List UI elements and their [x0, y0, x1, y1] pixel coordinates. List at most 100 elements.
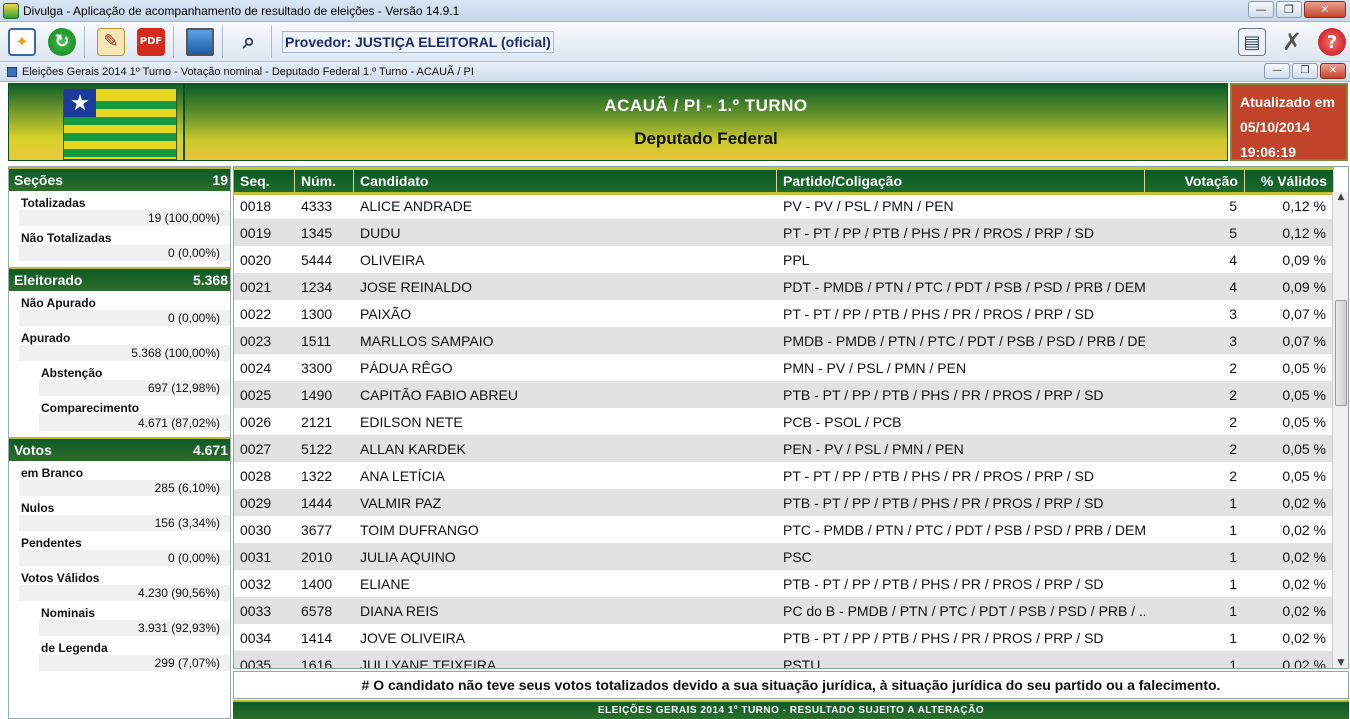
toolbar-right-group: ▤ ✗ ? [1230, 24, 1350, 60]
cell-validos: 0,09 % [1282, 278, 1326, 295]
cell-validos: 0,09 % [1282, 251, 1326, 268]
cell-seq: 0026 [240, 413, 272, 430]
toolbar-separator [271, 25, 272, 58]
update-info-panel: Atualizado em 05/10/2014 19:06:19 [1230, 83, 1348, 161]
vertical-scrollbar[interactable]: ▲ ▼ [1332, 192, 1348, 668]
cell-votacao: 4 [1229, 278, 1237, 295]
table-row[interactable]: 0020 5444 OLIVEIRA PPL 4 0,09 % [234, 246, 1334, 273]
cell-candidato: CAPITÃO FABIO ABREU [360, 386, 518, 403]
help-button[interactable]: ? [1314, 24, 1350, 60]
column-header-validos[interactable]: % Válidos [1245, 170, 1334, 192]
table-row[interactable]: 0033 6578 DIANA REIS PC do B - PMDB / PTN /… [234, 597, 1334, 624]
table-row[interactable]: 0026 2121 EDILSON NETE PCB - PSOL / PCB 2 0,0… [234, 408, 1334, 435]
cell-seq: 0019 [240, 224, 272, 241]
table-row[interactable]: 0032 1400 ELIANE PTB - PT / PP / PTB / PHS … [234, 570, 1334, 597]
cell-validos: 0,02 % [1282, 494, 1326, 511]
table-row[interactable]: 0030 3677 TOIM DUFRANGO PTC - PMDB / PTN / … [234, 516, 1334, 543]
column-header-partido[interactable]: Partido/Coligação [777, 170, 1145, 192]
updated-date: 05/10/2014 [1240, 119, 1311, 135]
table-row[interactable]: 0031 2010 JULIA AQUINO PSC 1 0,02 % [234, 543, 1334, 570]
cell-votacao: 1 [1229, 575, 1237, 592]
cell-votacao: 1 [1229, 656, 1237, 669]
cell-candidato: TOIM DUFRANGO [360, 521, 479, 538]
cell-seq: 0028 [240, 467, 272, 484]
cell-partido: PV - PV / PSL / PMN / PEN [783, 197, 954, 214]
cell-num: 2121 [301, 413, 333, 430]
child-close-icon[interactable]: ✕ [1320, 63, 1346, 79]
cell-num: 1511 [301, 332, 332, 349]
legal-note: # O candidato não teve seus votos totali… [233, 671, 1349, 699]
cell-seq: 0023 [240, 332, 272, 349]
cell-candidato: PÁDUA RÊGO [360, 359, 453, 376]
table-row[interactable]: 0028 1322 ANA LETÍCIA PT - PT / PP / PTB / … [234, 462, 1334, 489]
cell-candidato: JULIA AQUINO [360, 548, 456, 565]
cell-votacao: 4 [1229, 251, 1237, 268]
scroll-down-icon[interactable]: ▼ [1333, 658, 1348, 668]
cell-candidato: ALLAN KARDEK [360, 440, 466, 457]
table-row[interactable]: 0024 3300 PÁDUA RÊGO PMN - PV / PSL / PMN /… [234, 354, 1334, 381]
comparecimento-value: 4.671 (87,02%) [39, 415, 230, 431]
cards-button[interactable]: ▤ [1234, 24, 1270, 60]
notes-icon: ✎ [97, 27, 125, 56]
location-title: ACAUÃ / PI - 1.º TURNO [604, 96, 808, 115]
votos-total: 4.671 [192, 442, 228, 458]
scroll-up-icon[interactable]: ▲ [1333, 192, 1348, 202]
table-row[interactable]: 0025 1490 CAPITÃO FABIO ABREU PTB - PT / PP… [234, 381, 1334, 408]
monitor-button[interactable] [182, 24, 218, 60]
minimize-icon[interactable]: — [1248, 1, 1274, 18]
column-header-candidato[interactable]: Candidato [354, 170, 777, 192]
scrollbar-thumb[interactable] [1335, 300, 1347, 406]
cell-candidato: DUDU [360, 224, 401, 241]
new-window-button[interactable]: ✦ [4, 24, 40, 60]
nominais-label: Nominais [41, 606, 96, 620]
column-header-votacao[interactable]: Votação [1145, 170, 1245, 192]
cell-num: 6578 [301, 602, 333, 619]
cell-candidato: PAIXÃO [360, 305, 412, 322]
toolbar-separator [173, 25, 174, 58]
table-row[interactable]: 0022 1300 PAIXÃO PT - PT / PP / PTB / PHS /… [234, 300, 1334, 327]
apurado-label: Apurado [21, 331, 71, 345]
table-row[interactable]: 0023 1511 MARLLOS SAMPAIO PMDB - PMDB / PTN… [234, 327, 1334, 354]
refresh-button[interactable]: ↻ [44, 24, 80, 60]
cell-votacao: 2 [1229, 413, 1237, 430]
table-row[interactable]: 0027 5122 ALLAN KARDEK PEN - PV / PSL / PMN… [234, 435, 1334, 462]
cell-seq: 0022 [240, 305, 272, 322]
secoes-header: Seções 19 [9, 167, 230, 191]
secoes-title: Seções [14, 172, 64, 188]
restore-icon[interactable]: ❐ [1276, 1, 1302, 18]
child-minimize-icon[interactable]: — [1264, 63, 1290, 79]
table-row[interactable]: 0021 1234 JOSE REINALDO PDT - PMDB / PTN / … [234, 273, 1334, 300]
cell-candidato: DIANA REIS [360, 602, 439, 619]
validos-label: Votos Válidos [21, 571, 100, 585]
child-restore-icon[interactable]: ❐ [1292, 63, 1318, 79]
search-button[interactable]: ⌕ [231, 24, 267, 60]
column-header-seq[interactable]: Seq. [234, 170, 295, 192]
notes-button[interactable]: ✎ [93, 24, 129, 60]
table-row[interactable]: 0034 1414 JOVE OLIVEIRA PTB - PT / PP / PTB… [234, 624, 1334, 651]
child-window-title-bar: Eleições Gerais 2014 1º Turno - Votação … [0, 62, 1350, 82]
close-icon[interactable]: ✕ [1304, 1, 1346, 18]
table-row[interactable]: 0019 1345 DUDU PT - PT / PP / PTB / PHS / P… [234, 219, 1334, 246]
cell-partido: PSTU [783, 656, 821, 669]
pdf-button[interactable]: PDF [133, 24, 169, 60]
child-window-controls: — ❐ ✕ [1264, 63, 1346, 79]
table-row[interactable]: 0018 4333 ALICE ANDRADE PV - PV / PSL / PMN… [234, 192, 1334, 219]
table-row[interactable]: 0029 1444 VALMIR PAZ PTB - PT / PP / PTB / … [234, 489, 1334, 516]
table-row[interactable]: 0035 1616 JULLYANE TEIXEIRA PSTU 1 0,02 % [234, 651, 1334, 669]
cell-num: 5444 [301, 251, 333, 268]
tools-button[interactable]: ✗ [1274, 24, 1310, 60]
cell-partido: PTB - PT / PP / PTB / PHS / PR / PROS / … [783, 386, 1104, 403]
eleitorado-header: Eleitorado 5.368 [9, 267, 230, 291]
cell-validos: 0,02 % [1282, 602, 1326, 619]
cell-partido: PSC [783, 548, 812, 565]
cell-partido: PTB - PT / PP / PTB / PHS / PR / PROS / … [783, 629, 1104, 646]
column-header-num[interactable]: Núm. [295, 170, 354, 192]
table-header: Seq. Núm. Candidato Partido/Coligação Vo… [234, 167, 1334, 195]
nulos-label: Nulos [21, 501, 55, 515]
cell-seq: 0033 [240, 602, 272, 619]
cell-validos: 0,05 % [1282, 359, 1326, 376]
window-controls: — ❐ ✕ [1248, 1, 1346, 18]
cell-partido: PPL [783, 251, 810, 268]
cell-candidato: EDILSON NETE [360, 413, 463, 430]
refresh-icon: ↻ [48, 27, 76, 56]
